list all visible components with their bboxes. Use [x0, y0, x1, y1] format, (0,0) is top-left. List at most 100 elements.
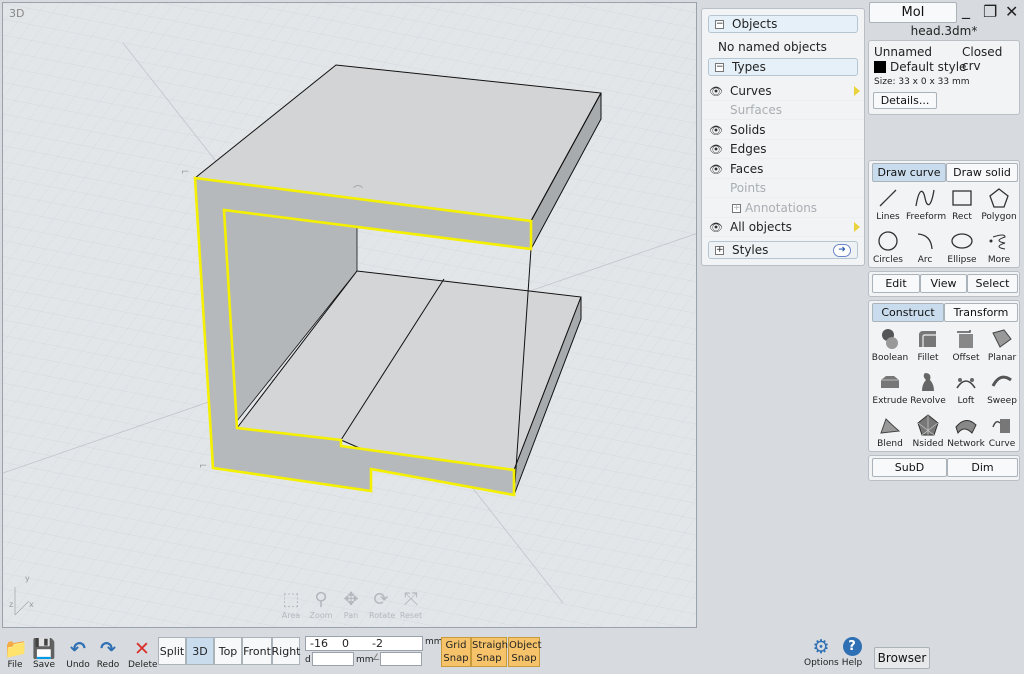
helix-icon [989, 234, 1006, 250]
view-nav-tools: ⬚ Area ⚲ Zoom ✥ Pan ⟳ Rotate ⤧ Reset [279, 589, 423, 620]
coordinate-input[interactable]: -16 0 -2 [305, 636, 423, 651]
distance-label: d [305, 655, 311, 665]
arrow-right-icon[interactable]: ➜ [833, 243, 851, 257]
eye-icon[interactable]: 👁 [702, 85, 730, 98]
view-front-button[interactable]: Front [242, 637, 272, 665]
lines-tool[interactable]: Lines [869, 186, 907, 222]
blend-tool[interactable]: Blend [871, 413, 909, 449]
type-row-all-objects[interactable]: 👁 All objects [702, 218, 864, 237]
straight-snap-button[interactable]: Straight Snap [471, 637, 512, 667]
tab-select[interactable]: Select [967, 274, 1018, 293]
sweep-icon [991, 375, 1012, 387]
options-button[interactable]: ⚙ Options [804, 636, 839, 668]
delete-button[interactable]: ✕ Delete [128, 638, 158, 670]
maximize-button[interactable]: ❐ [983, 2, 997, 21]
more-tool[interactable]: More [980, 229, 1018, 265]
rotate-tool[interactable]: ⟳ Rotate [369, 589, 395, 620]
reset-tool[interactable]: ⤧ Reset [399, 589, 423, 620]
collapse-icon: − [715, 18, 724, 29]
offset-icon [957, 330, 973, 348]
expand-icon[interactable]: + [732, 203, 741, 213]
pan-tool[interactable]: ✥ Pan [339, 589, 363, 620]
tab-dim[interactable]: Dim [947, 458, 1018, 477]
object-snap-button[interactable]: Object Snap [508, 637, 542, 667]
pan-icon: ✥ [343, 589, 359, 610]
style-swatch[interactable] [874, 61, 886, 73]
area-zoom-tool[interactable]: ⬚ Area [279, 589, 303, 620]
circles-tool[interactable]: Circles [869, 229, 907, 265]
eye-icon[interactable]: 👁 [702, 124, 730, 137]
network-tool[interactable]: Network [947, 413, 985, 449]
arc-tool[interactable]: Arc [906, 229, 944, 265]
freeform-curve-icon [915, 189, 935, 207]
undo-icon: ↶ [70, 638, 86, 660]
eye-icon[interactable]: 👁 [702, 163, 730, 176]
tab-subd[interactable]: SubD [872, 458, 947, 477]
rect-tool[interactable]: Rect [943, 186, 981, 222]
nsided-tool[interactable]: Nsided [909, 413, 947, 449]
object-name[interactable]: Unnamed [874, 45, 932, 59]
boolean-tool[interactable]: Boolean [871, 327, 909, 363]
browser-button[interactable]: Browser [874, 647, 930, 669]
ellipse-tool[interactable]: Ellipse [943, 229, 981, 265]
polygon-tool[interactable]: Polygon [980, 186, 1018, 222]
objects-section-header[interactable]: − Objects [708, 15, 858, 33]
type-row-edges[interactable]: 👁 Edges [702, 140, 864, 159]
eye-icon[interactable]: 👁 [702, 221, 730, 234]
file-name: head.3dm* [910, 24, 978, 38]
curve-tools-icon [992, 419, 1010, 433]
moi-brand-button[interactable]: MoI [869, 2, 957, 23]
redo-button[interactable]: ↷ Redo [96, 638, 120, 670]
line-icon [879, 189, 897, 207]
extrude-tool[interactable]: Extrude [871, 370, 909, 406]
view-top-button[interactable]: Top [214, 637, 242, 665]
style-name[interactable]: Default style [890, 60, 966, 74]
type-row-curves[interactable]: 👁 Curves [702, 82, 864, 101]
expand-icon: + [715, 244, 724, 255]
ellipse-icon [951, 233, 973, 249]
curve-tool[interactable]: Curve [983, 413, 1021, 449]
sweep-tool[interactable]: Sweep [983, 370, 1021, 406]
planar-tool[interactable]: Planar [983, 327, 1021, 363]
types-section-header[interactable]: − Types [708, 58, 858, 76]
distance-input[interactable] [312, 652, 354, 666]
details-button[interactable]: Details... [873, 92, 937, 109]
type-row-surfaces[interactable]: Surfaces [702, 101, 864, 120]
save-button[interactable]: 💾 Save [32, 638, 56, 670]
triangle-right-icon[interactable] [854, 86, 860, 96]
triangle-right-icon[interactable] [854, 222, 860, 232]
freeform-tool[interactable]: Freeform [906, 186, 946, 222]
view-3d-button[interactable]: 3D [186, 637, 214, 665]
view-right-button[interactable]: Right [272, 637, 300, 665]
rotate-icon: ⟳ [373, 589, 389, 610]
angle-icon: ∠ [372, 653, 381, 663]
revolve-tool[interactable]: Revolve [909, 370, 947, 406]
grid-and-model: ⌒ ⌐ ⌐ y x z [3, 3, 696, 627]
tab-view[interactable]: View [920, 274, 967, 293]
help-button[interactable]: ? Help [840, 636, 864, 668]
type-row-solids[interactable]: 👁 Solids [702, 121, 864, 140]
tab-construct[interactable]: Construct [872, 303, 944, 322]
loft-tool[interactable]: Loft [947, 370, 985, 406]
tab-transform[interactable]: Transform [944, 303, 1018, 322]
tab-edit[interactable]: Edit [872, 274, 920, 293]
type-row-faces[interactable]: 👁 Faces [702, 160, 864, 179]
delete-x-icon: ✕ [134, 638, 150, 660]
zoom-tool[interactable]: ⚲ Zoom [309, 589, 333, 620]
tab-draw-solid[interactable]: Draw solid [946, 163, 1018, 182]
angle-input[interactable] [380, 652, 422, 666]
file-button[interactable]: 📁 File [4, 638, 28, 670]
undo-button[interactable]: ↶ Undo [66, 638, 90, 670]
3d-viewport[interactable]: ⌒ ⌐ ⌐ y x z 3D ⬚ Area ⚲ Zoom ✥ Pan ⟳ Rotate … [2, 2, 697, 628]
grid-snap-button[interactable]: Grid Snap [441, 637, 471, 667]
eye-icon[interactable]: 👁 [702, 143, 730, 156]
tab-draw-curve[interactable]: Draw curve [872, 163, 946, 182]
view-split-button[interactable]: Split [158, 637, 186, 665]
close-button[interactable]: ✕ [1005, 2, 1018, 21]
styles-section-header[interactable]: + Styles ➜ [708, 241, 858, 259]
type-row-points[interactable]: Points [702, 179, 864, 198]
offset-tool[interactable]: Offset [947, 327, 985, 363]
minimize-button[interactable]: _ [962, 0, 970, 19]
type-row-annotations[interactable]: + Annotations [702, 199, 864, 218]
fillet-tool[interactable]: Fillet [909, 327, 947, 363]
